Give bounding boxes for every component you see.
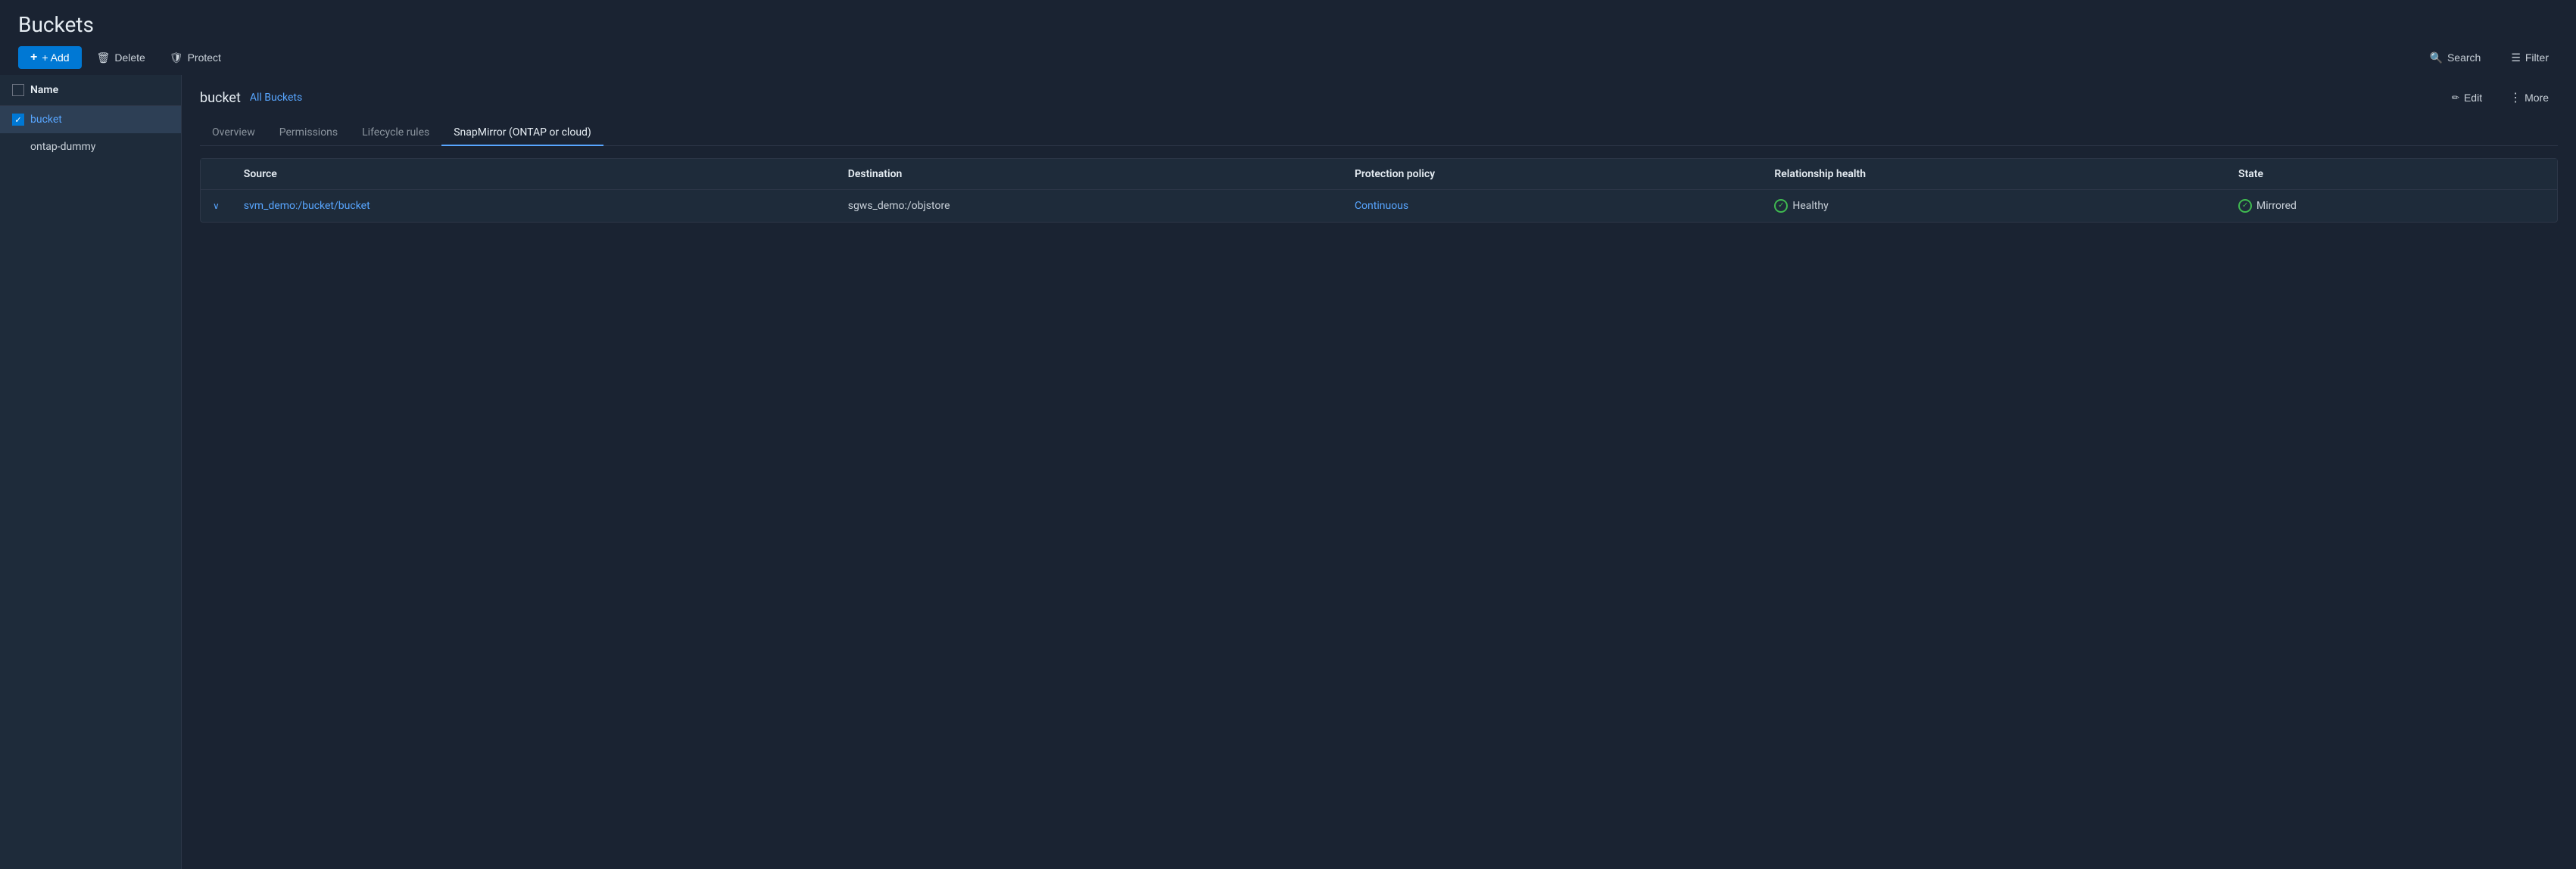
sidebar-header: Name: [0, 75, 181, 106]
main-content: Name bucket ontap-dummy bucket All Bucke…: [0, 75, 2576, 869]
snapmirror-table: Source Destination Protection policy Rel…: [201, 159, 2557, 222]
filter-label: Filter: [2525, 51, 2549, 64]
row-state-cell: Mirrored: [2226, 190, 2557, 223]
toolbar-right: 🔍 Search ☰ Filter: [2421, 47, 2558, 69]
row-expand-cell[interactable]: ∨: [201, 190, 232, 223]
header: Buckets + + Add 🗑 Delete 🛡 Protect 🔍 Sea…: [0, 0, 2576, 75]
delete-button[interactable]: 🗑 Delete: [88, 47, 154, 69]
destination-value: sgws_demo:/objstore: [848, 200, 950, 212]
select-all-checkbox[interactable]: [12, 84, 24, 96]
chevron-down-icon[interactable]: ∨: [213, 201, 220, 211]
plus-icon: +: [30, 51, 37, 64]
col-expand: [201, 159, 232, 190]
more-label: More: [2525, 92, 2549, 104]
filter-button[interactable]: ☰ Filter: [2502, 47, 2558, 69]
sidebar-column-label: Name: [30, 84, 58, 96]
protect-label: Protect: [188, 51, 221, 64]
sidebar-item-bucket[interactable]: bucket: [0, 106, 181, 133]
health-icon: [1774, 199, 1788, 213]
col-source: Source: [232, 159, 836, 190]
sidebar: Name bucket ontap-dummy: [0, 75, 182, 869]
detail-header: bucket All Buckets ✏ Edit ⋮ More: [200, 87, 2558, 108]
tab-lifecycle[interactable]: Lifecycle rules: [350, 120, 441, 146]
toolbar: + + Add 🗑 Delete 🛡 Protect 🔍 Search ☰ Fi…: [18, 46, 2558, 69]
table-row: ∨ svm_demo:/bucket/bucket sgws_demo:/obj…: [201, 190, 2557, 223]
detail-panel: bucket All Buckets ✏ Edit ⋮ More Overvie…: [182, 75, 2576, 869]
source-link[interactable]: svm_demo:/bucket/bucket: [244, 200, 370, 212]
edit-icon: ✏: [2452, 92, 2459, 103]
tab-overview[interactable]: Overview: [200, 120, 267, 146]
policy-link[interactable]: Continuous: [1355, 200, 1408, 212]
sidebar-item-ontap-dummy[interactable]: ontap-dummy: [0, 133, 181, 160]
page-title: Buckets: [18, 12, 2558, 37]
row-health-cell: Healthy: [1762, 190, 2226, 223]
search-icon: 🔍: [2430, 51, 2443, 64]
search-label: Search: [2447, 51, 2481, 64]
trash-icon: 🗑: [97, 51, 111, 64]
health-value: Healthy: [1792, 200, 1828, 212]
col-state: State: [2226, 159, 2557, 190]
row-destination-cell: sgws_demo:/objstore: [836, 190, 1343, 223]
col-destination: Destination: [836, 159, 1343, 190]
row-source-cell: svm_demo:/bucket/bucket: [232, 190, 836, 223]
bucket-checkbox[interactable]: [12, 114, 24, 126]
sidebar-item-bucket-label: bucket: [30, 114, 62, 126]
add-label: + Add: [42, 51, 69, 64]
detail-actions: ✏ Edit ⋮ More: [2443, 87, 2558, 108]
state-badge: Mirrored: [2238, 199, 2545, 213]
tab-permissions[interactable]: Permissions: [267, 120, 350, 146]
snapmirror-table-container: Source Destination Protection policy Rel…: [200, 158, 2558, 223]
table-header-row: Source Destination Protection policy Rel…: [201, 159, 2557, 190]
edit-label: Edit: [2464, 92, 2482, 104]
search-button[interactable]: 🔍 Search: [2421, 47, 2490, 69]
col-policy: Protection policy: [1343, 159, 1762, 190]
breadcrumb-link[interactable]: All Buckets: [250, 92, 302, 104]
state-value: Mirrored: [2256, 200, 2297, 212]
filter-icon: ☰: [2511, 51, 2521, 64]
more-icon: ⋮: [2509, 90, 2521, 105]
sidebar-item-ontap-dummy-label: ontap-dummy: [30, 141, 95, 153]
protect-button[interactable]: 🛡 Protect: [161, 47, 230, 69]
page-container: Buckets + + Add 🗑 Delete 🛡 Protect 🔍 Sea…: [0, 0, 2576, 869]
shield-icon: 🛡: [170, 51, 183, 64]
more-button[interactable]: ⋮ More: [2500, 87, 2558, 108]
col-health: Relationship health: [1762, 159, 2226, 190]
row-policy-cell: Continuous: [1343, 190, 1762, 223]
add-button[interactable]: + + Add: [18, 46, 82, 69]
edit-button[interactable]: ✏ Edit: [2443, 89, 2491, 107]
delete-label: Delete: [114, 51, 145, 64]
health-badge: Healthy: [1774, 199, 2214, 213]
tabs: Overview Permissions Lifecycle rules Sna…: [200, 120, 2558, 146]
state-icon: [2238, 199, 2252, 213]
tab-snapmirror[interactable]: SnapMirror (ONTAP or cloud): [441, 120, 603, 146]
detail-title: bucket: [200, 90, 241, 106]
